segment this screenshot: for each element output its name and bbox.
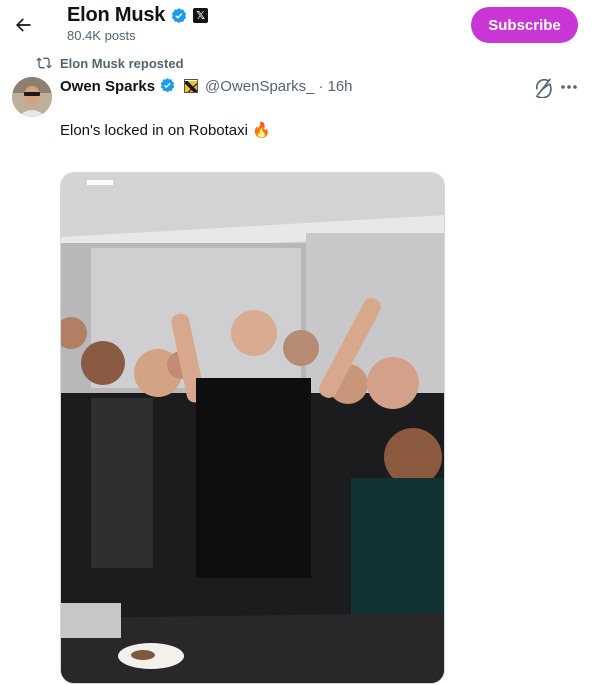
grok-icon[interactable] — [533, 76, 555, 99]
repost-indicator: Elon Musk reposted — [36, 55, 184, 71]
author-name[interactable]: Owen Sparks — [60, 78, 155, 95]
verified-badge-icon — [170, 7, 188, 25]
more-options-icon[interactable] — [559, 76, 579, 98]
post-time[interactable]: 16h — [328, 78, 353, 95]
profile-header: Elon Musk 𝕏 80.4K posts Subscribe — [0, 0, 594, 50]
tweet-author-row: Owen Sparks @OwenSparks_ · 16h — [60, 77, 353, 95]
back-arrow-icon[interactable] — [8, 8, 38, 42]
verified-badge-icon — [159, 77, 177, 95]
repost-label: Elon Musk reposted — [60, 55, 184, 71]
subscribe-button[interactable]: Subscribe — [471, 7, 578, 43]
repost-icon — [36, 57, 52, 69]
tweet-text-line-1: Elon's locked in on Robotaxi 🔥 — [60, 122, 271, 139]
tweet-photo[interactable] — [60, 172, 445, 684]
author-handle[interactable]: @OwenSparks_ — [205, 78, 314, 95]
post-count: 80.4K posts — [67, 28, 136, 43]
profile-title-block: Elon Musk 𝕏 80.4K posts — [67, 4, 209, 43]
organization-badge-icon[interactable] — [184, 79, 199, 93]
x-affiliation-icon: 𝕏 — [193, 8, 209, 23]
profile-name: Elon Musk — [67, 4, 166, 26]
meta-separator: · — [318, 77, 324, 95]
author-avatar[interactable] — [12, 77, 52, 117]
